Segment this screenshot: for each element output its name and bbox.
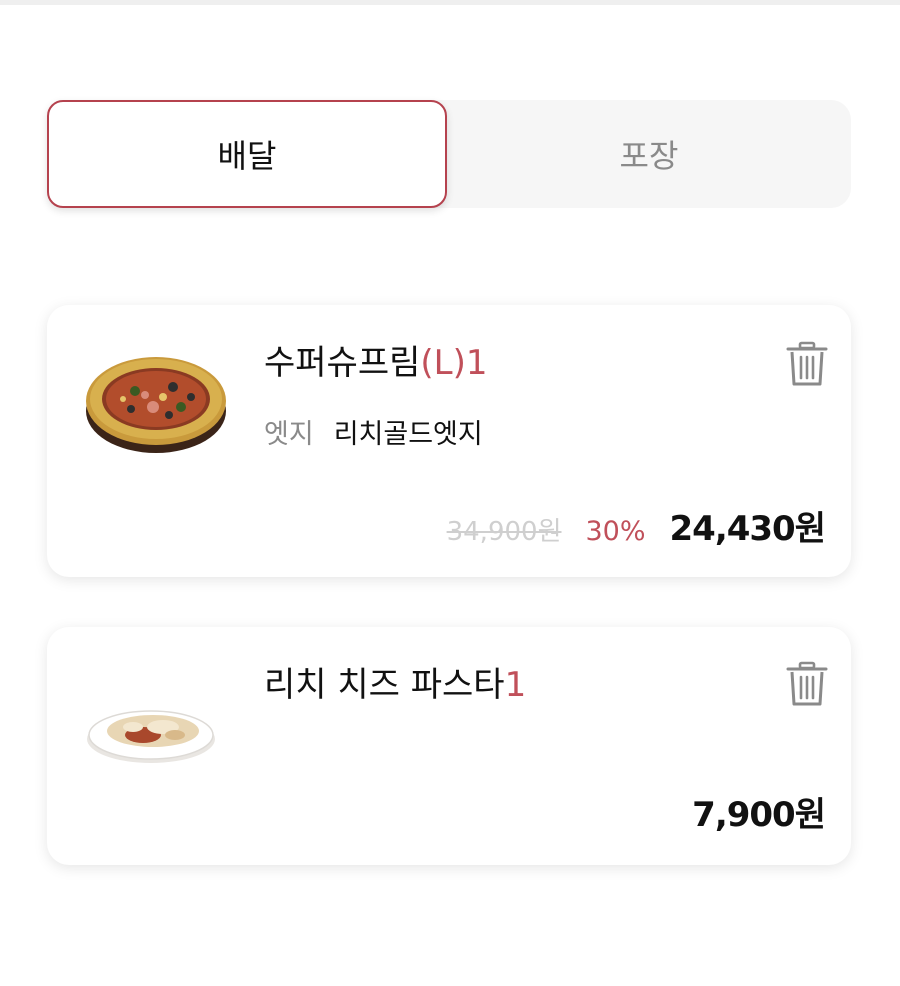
item-quantity: 1 <box>504 665 527 705</box>
item-name-text: 리치 치즈 파스타 <box>264 665 505 705</box>
original-price: 34,900원 <box>446 517 562 547</box>
tab-takeout[interactable]: 포장 <box>447 100 851 208</box>
pasta-image <box>87 710 215 763</box>
item-name-text: 수퍼슈프림 <box>264 343 421 383</box>
option-label: 엣지 <box>264 419 314 450</box>
tab-delivery[interactable]: 배달 <box>47 100 447 208</box>
top-strip <box>0 0 900 5</box>
item-option: 엣지 리치골드엣지 <box>264 419 483 451</box>
price-row: 34,900원 30% 24,430원 <box>446 501 826 550</box>
cart-item-card: 수퍼슈프림(L)1 엣지 리치골드엣지 34,900원 30% 24,430원 <box>47 305 851 577</box>
discount-rate: 30% <box>585 516 646 547</box>
cart-item-card: 리치 치즈 파스타1 7,900원 <box>47 627 851 865</box>
pizza-image <box>86 357 226 453</box>
item-size: (L) <box>420 343 466 383</box>
trash-icon[interactable] <box>785 341 829 387</box>
item-name: 수퍼슈프림(L)1 <box>264 343 488 383</box>
item-name: 리치 치즈 파스타1 <box>264 665 526 705</box>
trash-icon[interactable] <box>785 661 829 707</box>
final-price: 7,900원 <box>692 795 826 835</box>
price-row: 7,900원 <box>692 787 826 836</box>
final-price: 24,430원 <box>669 509 826 549</box>
item-quantity: 1 <box>465 343 488 383</box>
order-type-toggle: 배달 포장 <box>47 100 851 208</box>
option-value: 리치골드엣지 <box>333 419 483 450</box>
